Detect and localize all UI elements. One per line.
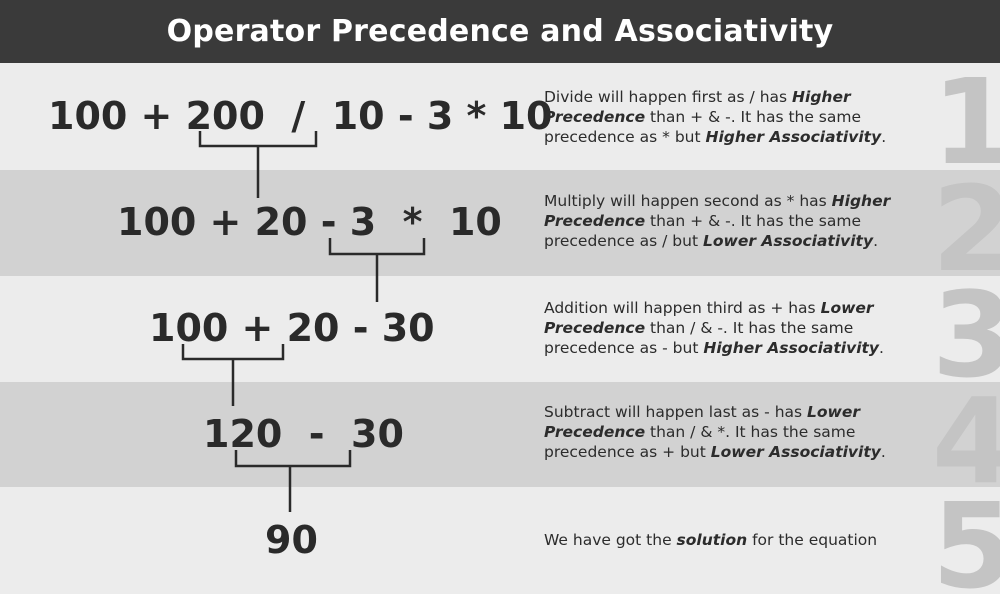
step-2-expression: 100 + 20 - 3 * 10 (117, 200, 502, 244)
step-2-description: Multiply will happen second as * has Hig… (544, 191, 944, 251)
step-3-description: Addition will happen third as + has Lowe… (544, 298, 944, 358)
step-4-expression: 120 - 30 (203, 412, 404, 456)
step-2-desc-text: . (873, 232, 879, 250)
step-5-description: We have got the solution for the equatio… (544, 530, 944, 550)
step-5-desc-text: We have got the (544, 531, 677, 549)
step-4-description: Subtract will happen last as - has Lower… (544, 402, 944, 462)
step-4-desc-text: . (880, 443, 886, 461)
step-3-expression: 100 + 20 - 30 (149, 306, 435, 350)
step-4-desc-emphasis: Lower Associativity (710, 443, 881, 461)
step-1-description: Divide will happen first as / has Higher… (544, 87, 944, 147)
diagram-page: Operator Precedence and Associativity 1 … (0, 0, 1000, 594)
step-2-desc-text: Multiply will happen second as * has (544, 192, 832, 210)
page-title: Operator Precedence and Associativity (166, 14, 834, 49)
step-3-desc-text: . (879, 339, 884, 357)
step-5-expression: 90 (265, 518, 318, 562)
step-1-desc-text: . (881, 128, 887, 146)
title-bar: Operator Precedence and Associativity (0, 0, 1000, 63)
step-3-desc-text: Addition will happen third as + has (544, 299, 821, 317)
step-5-desc-text: for the equation (747, 531, 878, 549)
step-4-desc-text: Subtract will happen last as - has (544, 403, 808, 421)
step-2-desc-emphasis: Lower Associativity (702, 232, 874, 250)
step-1-desc-emphasis: Higher Associativity (705, 128, 882, 146)
step-3-desc-emphasis: Higher Associativity (703, 339, 880, 357)
step-5-desc-emphasis: solution (676, 531, 748, 549)
step-1-desc-text: Divide will happen first as / has (544, 88, 793, 106)
step-1-expression: 100 + 200 / 10 - 3 * 10 (48, 94, 553, 138)
